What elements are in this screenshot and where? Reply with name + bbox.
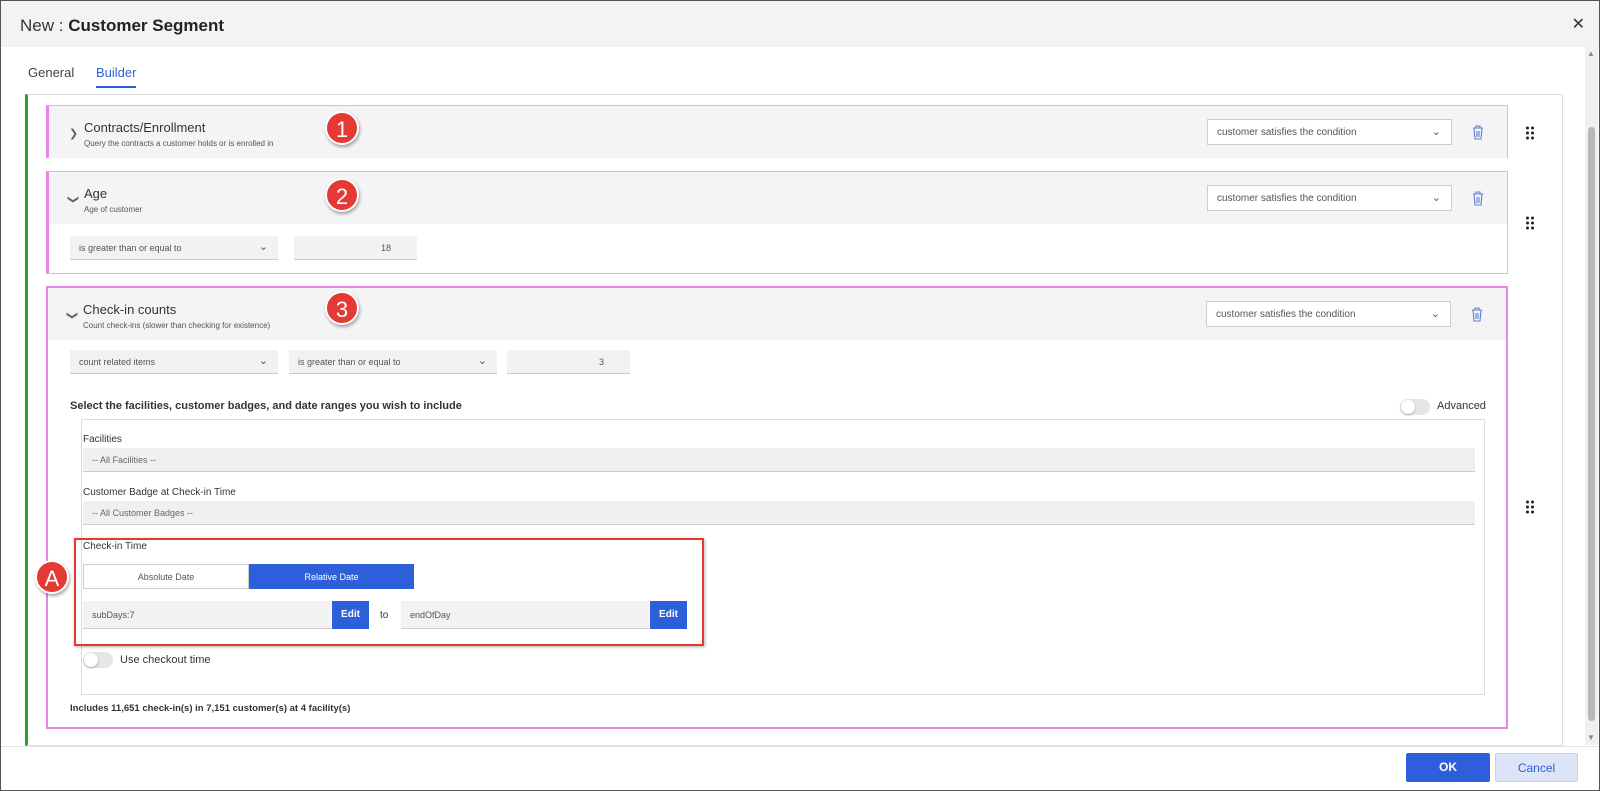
annotation-badge-1: 1 <box>325 111 359 145</box>
trash-icon[interactable] <box>1471 190 1485 206</box>
condition-select[interactable]: customer satisfies the condition ⌄ <box>1207 119 1452 145</box>
operator-value: is greater than or equal to <box>79 243 182 253</box>
condition-value: customer satisfies the condition <box>1216 309 1356 320</box>
title-entity: Customer Segment <box>68 16 225 35</box>
dialog: New : Customer Segment ✕ General Builder… <box>0 0 1600 791</box>
aggregate-select[interactable]: count related items ⌄ <box>70 350 278 374</box>
annotation-badge-3: 3 <box>325 291 359 325</box>
annotation-badge-2: 2 <box>325 178 359 212</box>
chevron-down-icon[interactable]: ❯ <box>67 195 80 204</box>
instructions-text: Select the facilities, customer badges, … <box>70 400 462 412</box>
title-bar: New : Customer Segment ✕ <box>1 1 1599 47</box>
condition-select[interactable]: customer satisfies the condition ⌄ <box>1207 185 1452 211</box>
block-header[interactable]: ❯ Age Age of customer customer satisfies… <box>49 172 1507 224</box>
customer-badge-select[interactable]: -- All Customer Badges -- <box>83 501 1475 525</box>
dialog-footer <box>1 746 1599 790</box>
drag-handle-icon[interactable] <box>1525 500 1535 514</box>
chevron-down-icon: ⌄ <box>1431 126 1441 138</box>
chevron-down-icon: ⌄ <box>477 355 487 367</box>
chevron-down-icon: ⌄ <box>258 355 268 367</box>
operator-value: is greater than or equal to <box>298 357 401 367</box>
scroll-up-icon[interactable]: ▲ <box>1587 49 1595 58</box>
age-operator-select[interactable]: is greater than or equal to ⌄ <box>70 236 278 260</box>
chevron-down-icon: ⌄ <box>1431 192 1441 204</box>
chevron-right-icon[interactable]: ❯ <box>69 127 78 140</box>
chevron-down-icon: ⌄ <box>1430 308 1440 320</box>
block-header[interactable]: ❯ Check-in counts Count check-ins (slowe… <box>48 288 1506 340</box>
tab-builder[interactable]: Builder <box>96 65 137 88</box>
title-prefix: New : <box>20 16 69 35</box>
annotation-highlight-box <box>74 538 704 646</box>
checkin-count-input[interactable]: 3 <box>507 350 630 374</box>
facilities-label: Facilities <box>83 434 122 445</box>
drag-handle-icon[interactable] <box>1525 126 1535 140</box>
condition-select[interactable]: customer satisfies the condition ⌄ <box>1206 301 1451 327</box>
block-description: Age of customer <box>84 205 143 214</box>
tab-general[interactable]: General <box>28 65 74 88</box>
age-value-input[interactable]: 18 <box>294 236 417 260</box>
condition-value: customer satisfies the condition <box>1217 193 1357 204</box>
checkout-label: Use checkout time <box>120 654 211 666</box>
drag-handle-icon[interactable] <box>1525 216 1535 230</box>
scrollbar[interactable]: ▲ ▼ <box>1585 47 1598 745</box>
annotation-badge-a: A <box>35 560 69 594</box>
ok-button[interactable]: OK <box>1406 753 1490 782</box>
close-icon[interactable]: ✕ <box>1572 14 1585 34</box>
block-header[interactable]: ❯ Contracts/Enrollment Query the contrac… <box>49 106 1507 158</box>
block-description: Count check-ins (slower than checking fo… <box>83 321 271 330</box>
scroll-thumb[interactable] <box>1588 127 1595 721</box>
block-name: Age <box>84 186 108 201</box>
checkin-operator-select[interactable]: is greater than or equal to ⌄ <box>289 350 497 374</box>
trash-icon[interactable] <box>1471 124 1485 140</box>
chevron-down-icon: ⌄ <box>258 241 268 253</box>
chevron-down-icon[interactable]: ❯ <box>66 311 79 320</box>
advanced-label: Advanced <box>1437 400 1486 412</box>
block-name: Contracts/Enrollment <box>84 120 206 135</box>
checkout-toggle[interactable] <box>83 652 113 668</box>
aggregate-value: count related items <box>79 357 156 367</box>
badge-label: Customer Badge at Check-in Time <box>83 487 236 498</box>
advanced-toggle[interactable] <box>1400 399 1430 415</box>
scroll-down-icon[interactable]: ▼ <box>1587 733 1595 742</box>
cancel-button[interactable]: Cancel <box>1495 753 1578 782</box>
block-name: Check-in counts <box>83 302 177 317</box>
dialog-title: New : Customer Segment <box>20 16 224 36</box>
facilities-select[interactable]: -- All Facilities -- <box>83 448 1475 472</box>
block-description: Query the contracts a customer holds or … <box>84 139 274 148</box>
block-contracts-enrollment: ❯ Contracts/Enrollment Query the contrac… <box>46 105 1508 158</box>
trash-icon[interactable] <box>1470 306 1484 322</box>
summary-text: Includes 11,651 check-in(s) in 7,151 cus… <box>70 703 351 714</box>
condition-value: customer satisfies the condition <box>1217 127 1357 138</box>
